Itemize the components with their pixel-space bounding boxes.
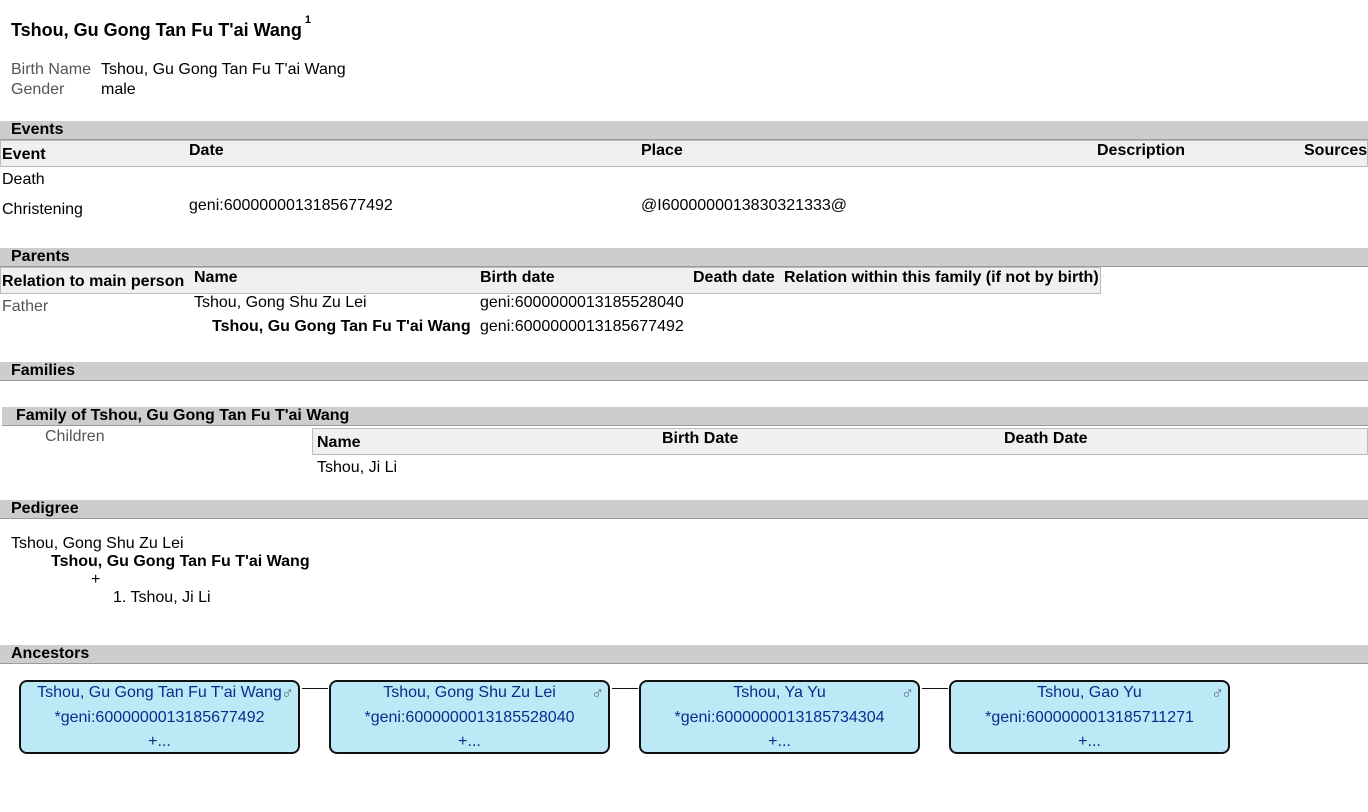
ancestor-id: *geni:6000000013185677492 (54, 709, 265, 726)
pedigree-self: Tshou, Gu Gong Tan Fu T'ai Wang (51, 553, 310, 570)
sibling-name-self: Tshou, Gu Gong Tan Fu T'ai Wang (212, 318, 471, 335)
male-gender-icon: ♂ (1211, 684, 1224, 703)
parents-header-family-relation: Relation within this family (if not by b… (784, 269, 1099, 286)
child-name[interactable]: Tshou, Ji Li (317, 459, 397, 477)
male-gender-icon: ♂ (281, 684, 294, 703)
parents-header-death: Death date (693, 269, 775, 286)
parent-name-father[interactable]: Tshou, Gong Shu Zu Lei (194, 294, 367, 312)
pedigree-child[interactable]: 1. Tshou, Ji Li (113, 589, 211, 607)
sibling-birth-self: geni:6000000013185677492 (480, 318, 684, 335)
ancestor-id: *geni:6000000013185528040 (364, 709, 575, 726)
male-gender-icon: ♂ (591, 684, 604, 703)
events-header-event: Event (2, 146, 46, 163)
ancestor-name: Tshou, Gao Yu (1037, 684, 1142, 701)
ancestor-more: +... (458, 733, 481, 750)
events-section-header: Events (0, 121, 1368, 140)
event-row-death: Death (2, 171, 45, 188)
ancestor-connector (922, 688, 948, 689)
children-header-death: Death Date (1004, 430, 1088, 447)
parents-header-relation: Relation to main person (2, 273, 185, 290)
ancestor-more: +... (1078, 733, 1101, 750)
page-title: Tshou, Gu Gong Tan Fu T'ai Wang 1 (11, 14, 312, 40)
ancestor-id: *geni:6000000013185711271 (985, 709, 1194, 726)
children-table-header (312, 428, 1368, 455)
parents-header-name: Name (194, 269, 238, 286)
events-header-date: Date (189, 142, 224, 159)
male-gender-icon: ♂ (901, 684, 914, 703)
pedigree-spouse-plus: + (91, 571, 101, 588)
event-christening-date: geni:6000000013185677492 (189, 197, 393, 214)
events-header-description: Description (1097, 142, 1186, 159)
ancestor-connector (302, 688, 328, 689)
families-section-header: Families (0, 362, 1368, 381)
ancestor-name: Tshou, Ya Yu (733, 684, 826, 701)
ancestor-box[interactable]: Tshou, Gong Shu Zu Lei ♂ *geni:600000001… (329, 680, 610, 754)
parents-section-header: Parents (0, 248, 1368, 267)
gender-label: Gender (11, 81, 65, 98)
ancestor-box[interactable]: Tshou, Gu Gong Tan Fu T'ai Wang ♂ *geni:… (19, 680, 300, 754)
event-row-christening: Christening (2, 201, 83, 218)
family-subheader: Family of Tshou, Gu Gong Tan Fu T'ai Wan… (2, 407, 1368, 426)
pedigree-section-header: Pedigree (0, 500, 1368, 519)
children-label: Children (45, 428, 105, 445)
parent-birth-father: geni:6000000013185528040 (480, 294, 684, 311)
ancestor-box[interactable]: Tshou, Gao Yu ♂ *geni:600000001318571127… (949, 680, 1230, 754)
parent-relation-father: Father (2, 298, 49, 315)
source-reference[interactable]: 1 (305, 14, 311, 26)
events-header-sources: Sources (1304, 142, 1368, 159)
ancestor-more: +... (148, 733, 171, 750)
ancestor-connector (612, 688, 638, 689)
ancestor-name: Tshou, Gu Gong Tan Fu T'ai Wang (37, 684, 282, 701)
birth-name-value: Tshou, Gu Gong Tan Fu T'ai Wang (101, 61, 346, 78)
children-header-name: Name (317, 434, 361, 451)
ancestor-name: Tshou, Gong Shu Zu Lei (383, 684, 556, 701)
ancestors-section-header: Ancestors (0, 645, 1368, 664)
gender-value: male (101, 81, 136, 98)
children-header-birth: Birth Date (662, 430, 739, 447)
event-christening-place[interactable]: @I6000000013830321333@ (641, 197, 847, 215)
pedigree-father[interactable]: Tshou, Gong Shu Zu Lei (11, 535, 184, 553)
ancestor-more: +... (768, 733, 791, 750)
parents-header-birth: Birth date (480, 269, 555, 286)
events-header-place: Place (641, 142, 683, 159)
birth-name-label: Birth Name (11, 61, 92, 78)
ancestor-box[interactable]: Tshou, Ya Yu ♂ *geni:6000000013185734304… (639, 680, 920, 754)
ancestor-id: *geni:6000000013185734304 (674, 709, 885, 726)
